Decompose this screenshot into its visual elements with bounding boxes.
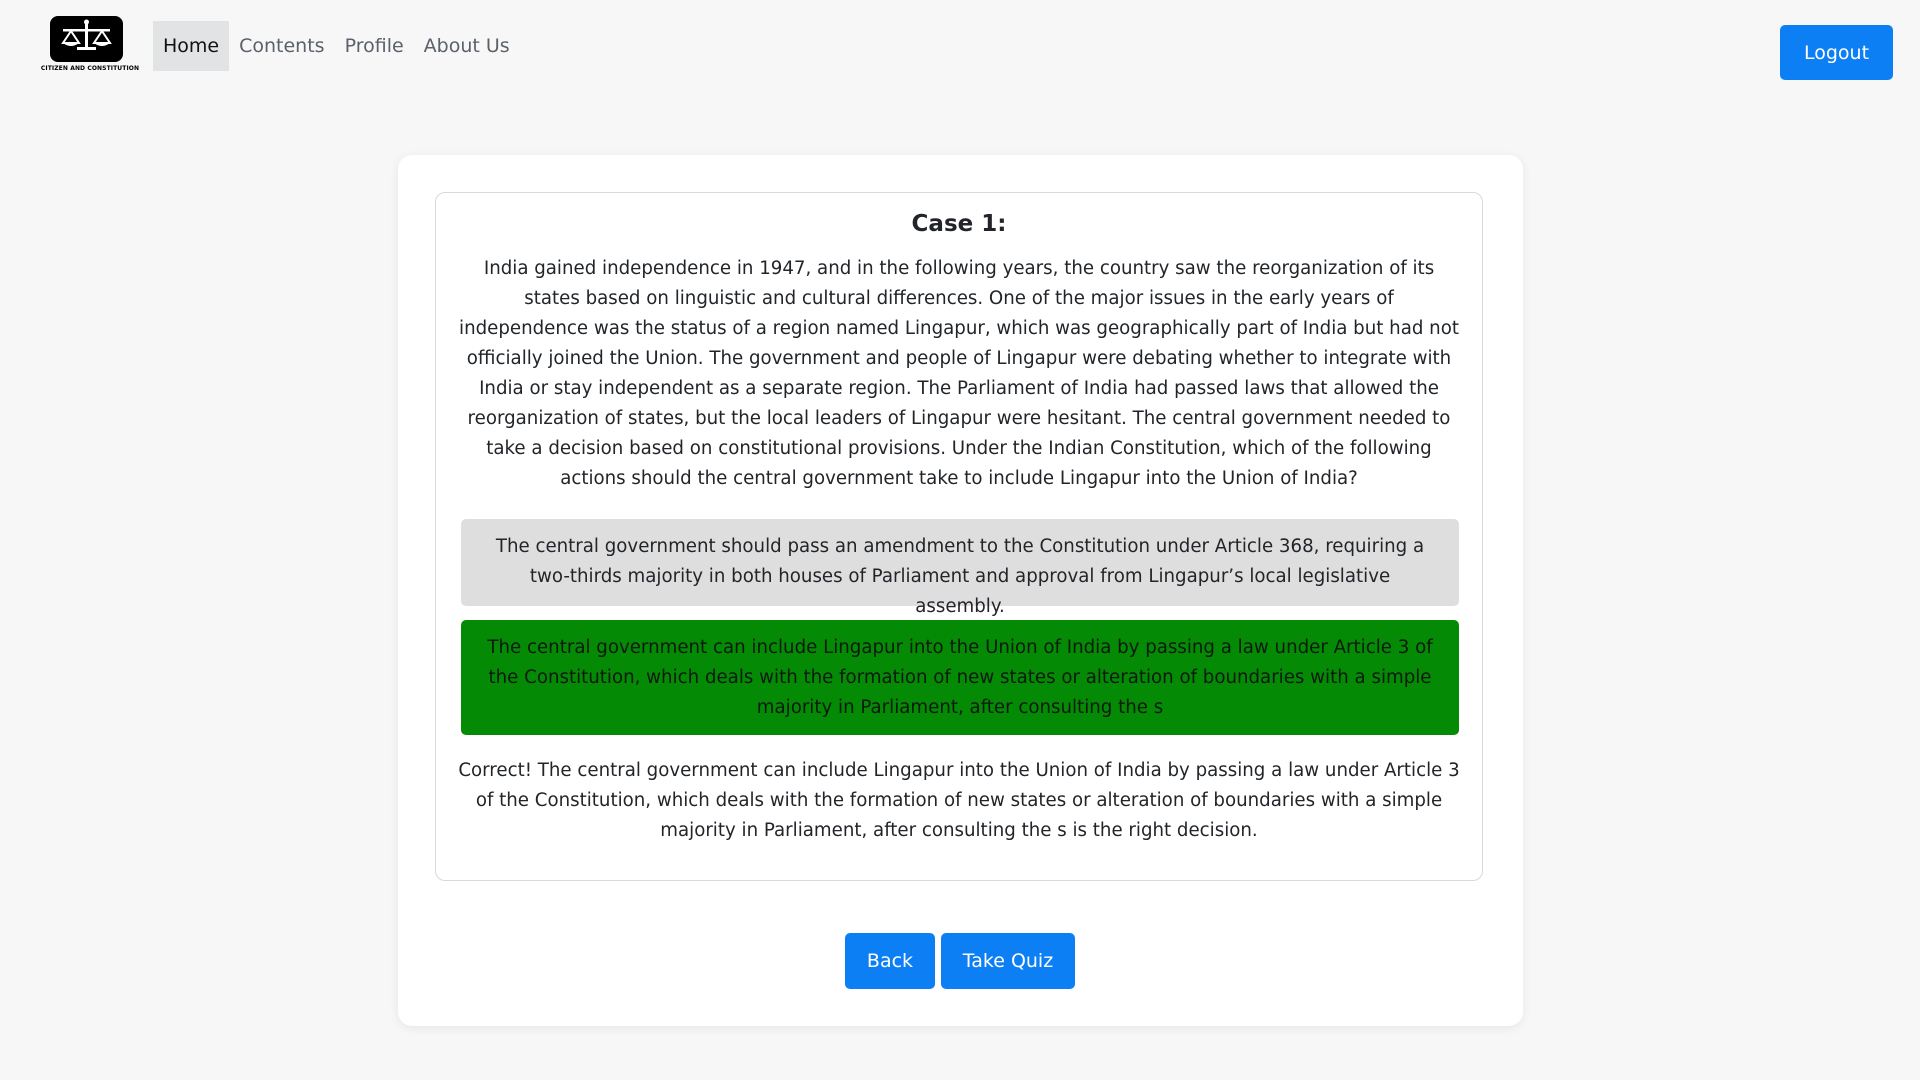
answer-feedback: Correct! The central government can incl… <box>458 760 1460 841</box>
case-description: India gained independence in 1947, and i… <box>459 258 1459 489</box>
logout-button[interactable]: Logout <box>1780 25 1893 80</box>
answer-option-1[interactable]: The central government should pass an am… <box>461 519 1459 617</box>
logo-text: CITIZEN AND CONSTITUTION <box>40 65 140 72</box>
nav-profile[interactable]: Profile <box>335 21 414 71</box>
nav-links: Home Contents Profile About Us <box>153 21 520 71</box>
take-quiz-button[interactable]: Take Quiz <box>941 933 1075 989</box>
site-logo[interactable]: CITIZEN AND CONSTITUTION <box>33 16 147 74</box>
case-card: Case 1: India gained independence in 194… <box>435 192 1483 881</box>
nav-contents[interactable]: Contents <box>229 21 334 71</box>
case-title: Case 1: <box>911 211 1007 237</box>
nav-about-us[interactable]: About Us <box>414 21 520 71</box>
nav-home[interactable]: Home <box>153 21 230 71</box>
answer-option-2-correct[interactable]: The central government can include Linga… <box>461 620 1459 735</box>
scales-of-justice-icon <box>50 16 123 62</box>
case-panel: Case 1: India gained independence in 194… <box>398 155 1523 1026</box>
navbar: CITIZEN AND CONSTITUTION Home Contents P… <box>0 0 1920 96</box>
back-button[interactable]: Back <box>845 933 935 989</box>
